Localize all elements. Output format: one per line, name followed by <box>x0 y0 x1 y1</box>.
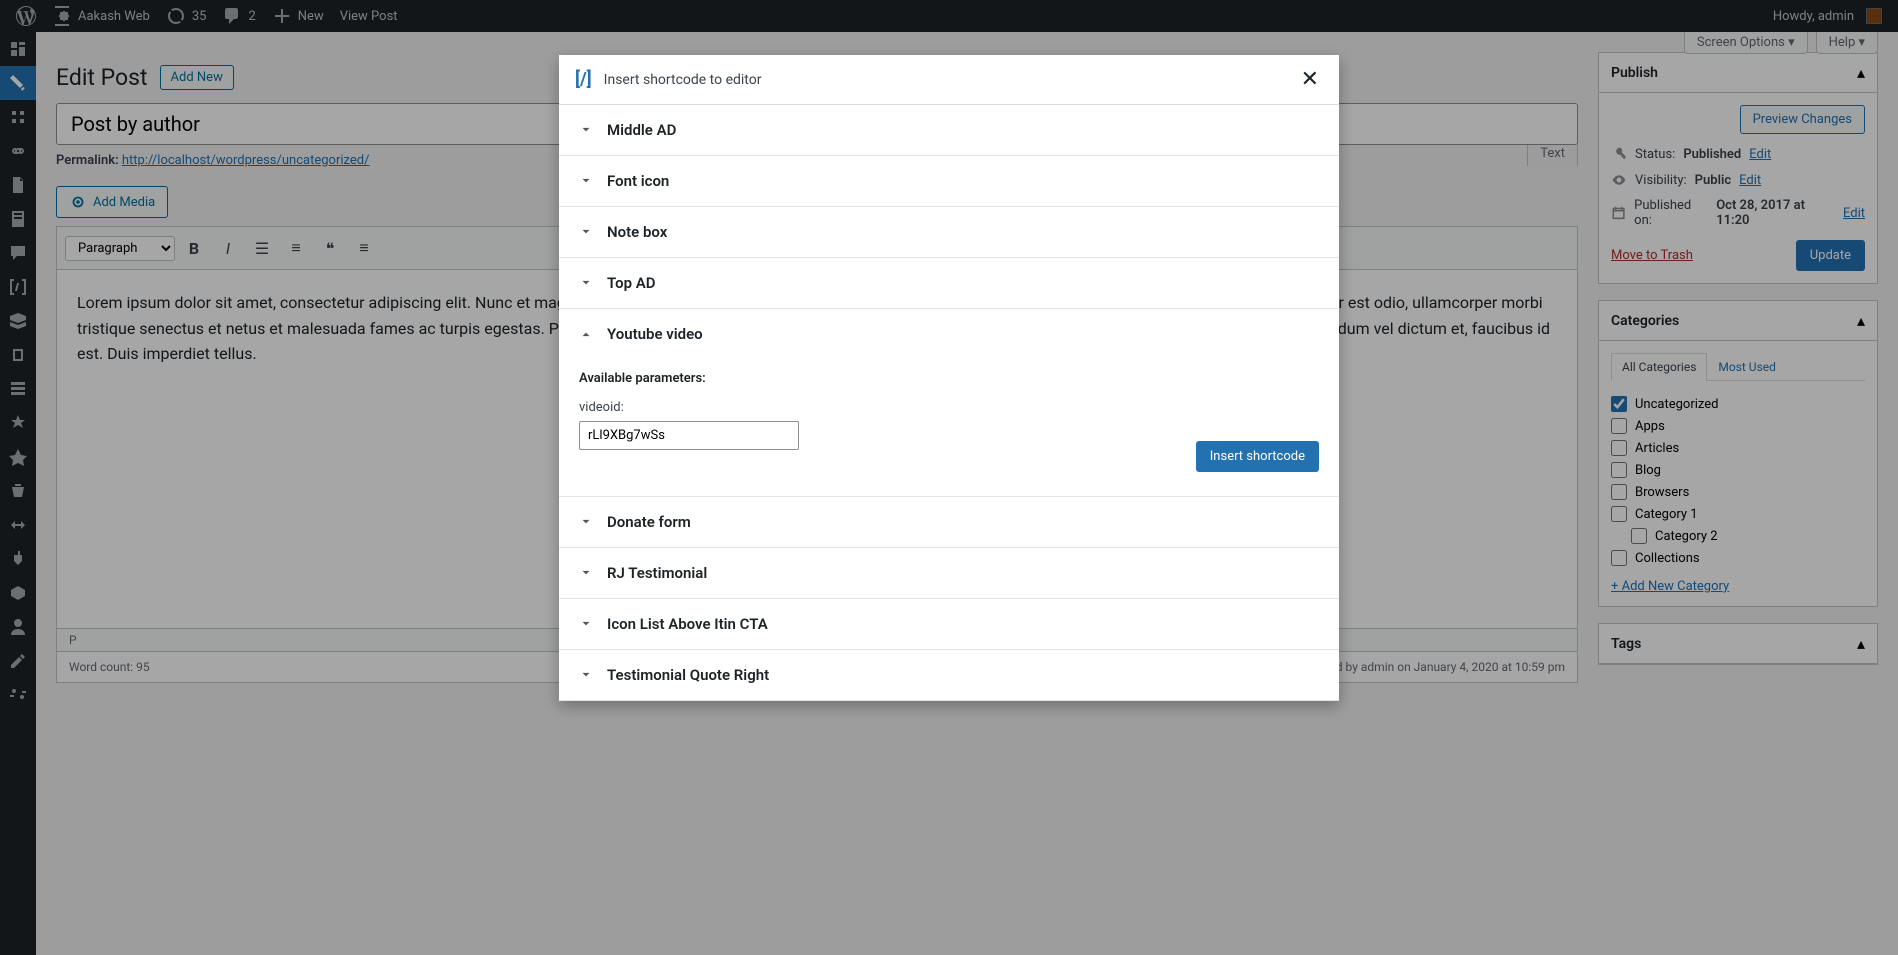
shortcode-item-header[interactable]: Top AD <box>559 258 1339 308</box>
modal-title: Insert shortcode to editor <box>604 72 762 88</box>
shortcode-item: Youtube video Available parameters: videoi… <box>559 309 1339 497</box>
insert-shortcode-button[interactable]: Insert shortcode <box>1196 441 1319 472</box>
shortcode-item: Font icon <box>559 156 1339 207</box>
shortcode-item: Testimonial Quote Right <box>559 650 1339 701</box>
shortcode-item-header[interactable]: RJ Testimonial <box>559 548 1339 598</box>
shortcode-icon: [/] <box>575 69 592 90</box>
params-title: Available parameters: <box>579 371 1319 386</box>
param-label: videoid: <box>579 400 1319 415</box>
shortcode-item-header[interactable]: Youtube video <box>559 309 1339 359</box>
shortcode-item: Icon List Above Itin CTA <box>559 599 1339 650</box>
shortcode-item: Middle AD <box>559 105 1339 156</box>
shortcode-item-header[interactable]: Donate form <box>559 497 1339 547</box>
shortcode-item-header[interactable]: Testimonial Quote Right <box>559 650 1339 700</box>
shortcode-item-header[interactable]: Icon List Above Itin CTA <box>559 599 1339 649</box>
shortcode-modal: [/] Insert shortcode to editor ✕ Middle … <box>559 55 1339 701</box>
shortcode-item: Note box <box>559 207 1339 258</box>
modal-body: Middle ADFont iconNote boxTop ADYoutube … <box>559 104 1339 701</box>
shortcode-item: Top AD <box>559 258 1339 309</box>
shortcode-item: RJ Testimonial <box>559 548 1339 599</box>
shortcode-expanded: Available parameters: videoid: Insert shor… <box>559 359 1339 496</box>
shortcode-item-header[interactable]: Note box <box>559 207 1339 257</box>
shortcode-item-header[interactable]: Middle AD <box>559 105 1339 155</box>
shortcode-item: Donate form <box>559 497 1339 548</box>
close-icon[interactable]: ✕ <box>1297 67 1323 92</box>
shortcode-item-header[interactable]: Font icon <box>559 156 1339 206</box>
param-input[interactable] <box>579 421 799 450</box>
